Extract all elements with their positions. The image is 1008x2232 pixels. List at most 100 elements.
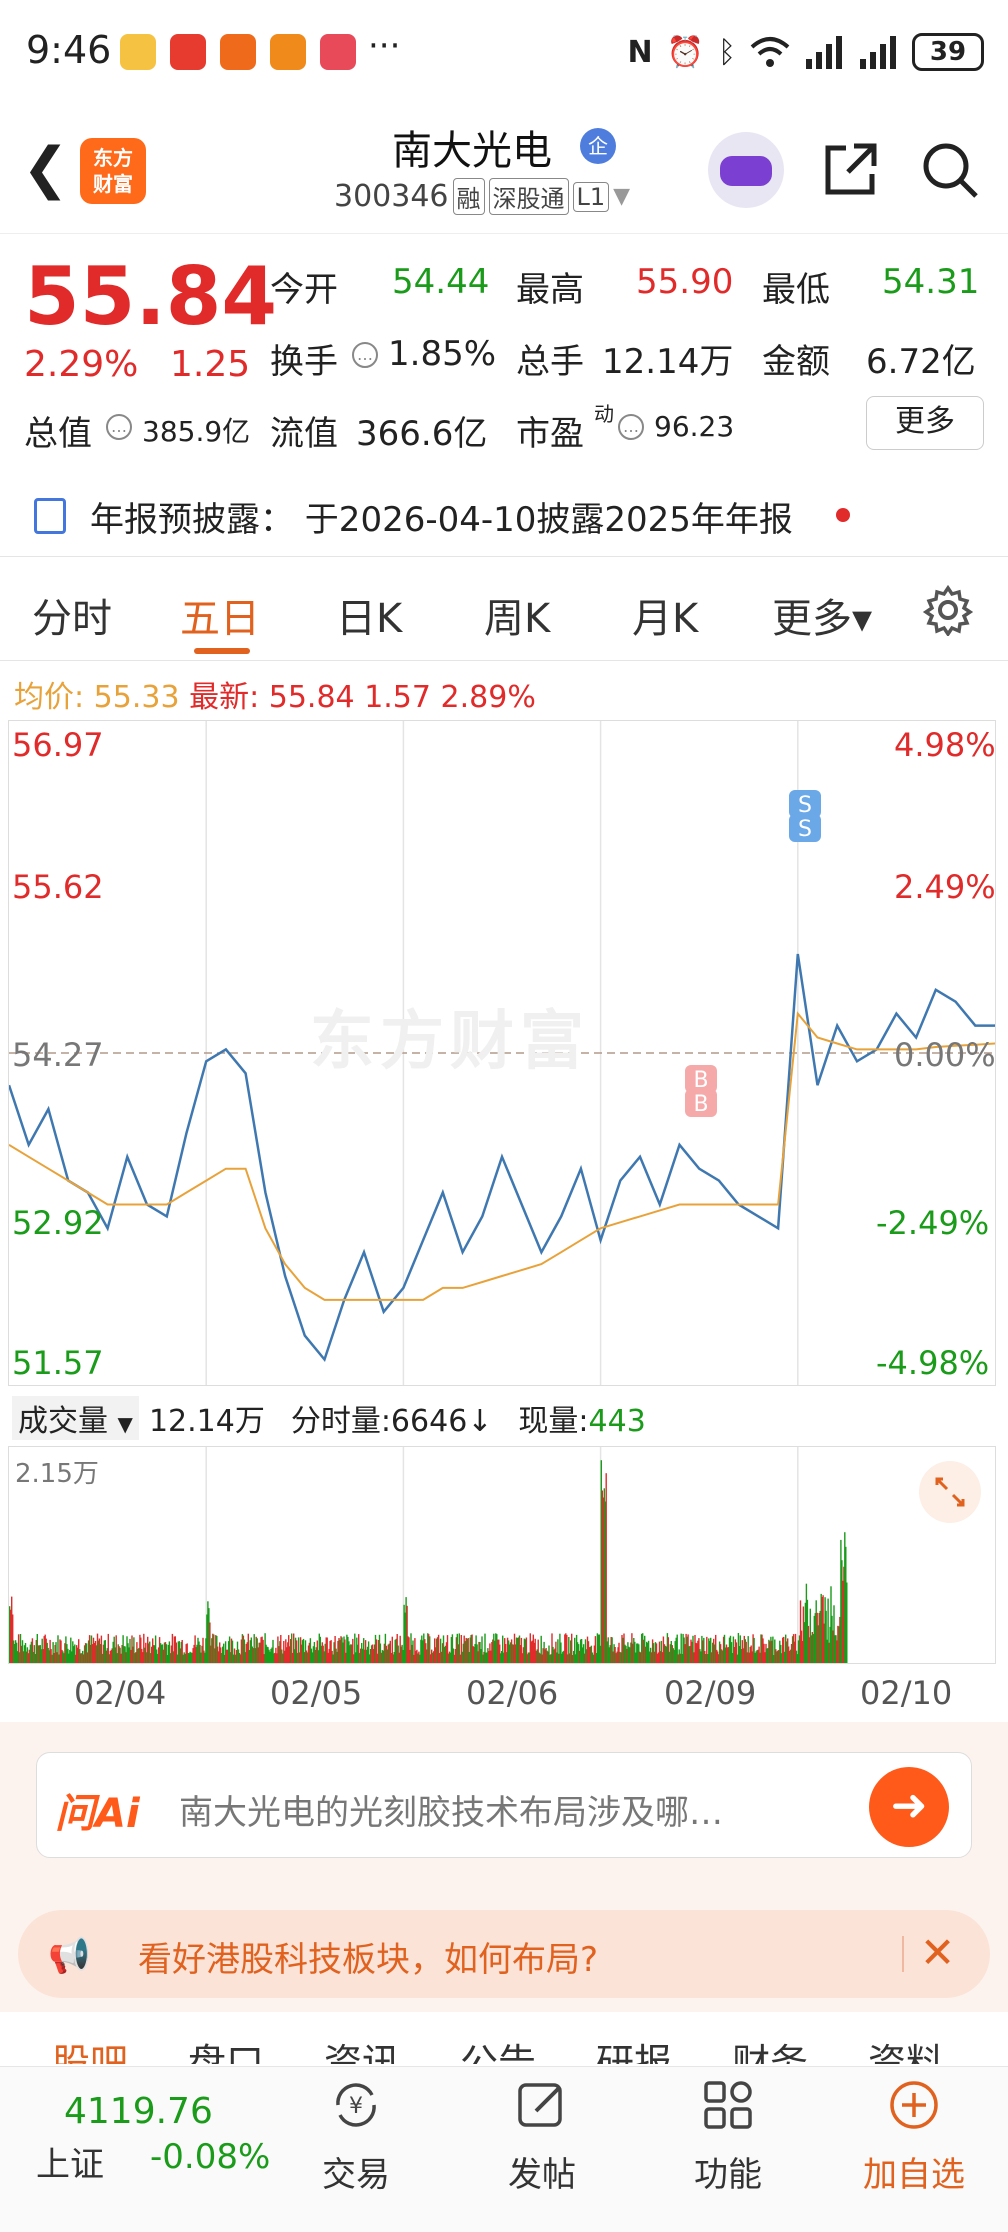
ai-question-box[interactable]: 问Ai 南大光电的光刻胶技术布局涉及哪… ➜ xyxy=(36,1752,972,1858)
tab-intraday[interactable]: 分时 xyxy=(32,586,112,644)
info-tabs: 股吧 盘口 资讯 公告 研报 财务 资料 xyxy=(0,2012,1008,2064)
alarm-icon: ⏰ xyxy=(666,34,704,70)
volume-chart-svg xyxy=(9,1447,848,1663)
y-left-tick: 55.62 xyxy=(12,868,104,906)
change-amount: 1.25 xyxy=(170,344,251,385)
nav-add-watchlist[interactable]: 加自选 xyxy=(854,2077,974,2196)
clock: 9:46 xyxy=(26,28,112,72)
y-right-tick: -4.98% xyxy=(876,1344,990,1382)
bluetooth-icon: ᛒ xyxy=(718,34,736,70)
y-left-tick: 54.27 xyxy=(12,1036,104,1074)
volume-dropdown[interactable]: 成交量 ▼ xyxy=(12,1396,139,1440)
document-icon xyxy=(34,498,66,534)
info-icon[interactable]: … xyxy=(106,414,132,440)
amount-value: 6.72亿 xyxy=(866,342,976,382)
info-icon[interactable]: … xyxy=(618,414,644,440)
minute-volume: 分时量:6646↓ xyxy=(290,1404,493,1439)
volume-total: 12.14万 xyxy=(148,1404,265,1439)
stock-header: ❮ 东方 财富 南大光电 企 300346 融 深股通 L1 ▼ xyxy=(0,108,1008,234)
ai-assistant-avatar[interactable] xyxy=(708,132,784,208)
sell-marker: S xyxy=(789,790,821,818)
tab-profile[interactable]: 资料 xyxy=(868,2032,944,2064)
turnover-value: 1.85% xyxy=(388,334,497,374)
tab-announcement[interactable]: 公告 xyxy=(460,2032,536,2064)
low-label: 最低 xyxy=(762,270,830,310)
info-icon[interactable]: … xyxy=(352,342,378,368)
divider xyxy=(902,1936,904,1972)
expand-chart-button[interactable] xyxy=(919,1461,981,1523)
volume-max-tick: 2.15万 xyxy=(15,1459,99,1489)
more-fields-button[interactable]: 更多 xyxy=(866,396,984,450)
signal-icon xyxy=(806,36,842,69)
weibo-icon xyxy=(120,34,156,70)
tab-research[interactable]: 研报 xyxy=(596,2032,672,2064)
back-button[interactable]: ❮ xyxy=(22,136,69,201)
tab-monthly-k[interactable]: 月K xyxy=(632,586,698,644)
plus-circle-icon xyxy=(890,2081,938,2129)
nav-trade[interactable]: ¥ 交易 xyxy=(296,2077,416,2196)
active-tab-indicator xyxy=(194,648,250,654)
eastmoney-logo[interactable]: 东方 财富 xyxy=(80,138,146,204)
float-value: 366.6亿 xyxy=(356,414,488,454)
tab-pankou[interactable]: 盘口 xyxy=(188,2032,264,2064)
enterprise-badge: 企 xyxy=(580,128,616,164)
close-icon[interactable]: ✕ xyxy=(920,1928,955,1977)
avg-value: 55.33 xyxy=(93,680,180,715)
annual-report-notice[interactable]: 年报预披露： 于2026-04-10披露2025年年报 xyxy=(0,486,1008,546)
volume-chart[interactable]: 2.15万 xyxy=(8,1446,996,1664)
tab-news[interactable]: 资讯 xyxy=(324,2032,400,2064)
price-line xyxy=(9,953,995,1363)
y-left-tick: 56.97 xyxy=(12,726,104,764)
nav-post[interactable]: 发帖 xyxy=(482,2077,602,2196)
arrow-right-icon[interactable]: ➜ xyxy=(869,1767,949,1847)
volume-bar xyxy=(846,1582,848,1663)
watermark-logo: 东方财富 xyxy=(310,1005,590,1079)
index-change[interactable]: -0.08% xyxy=(150,2137,270,2177)
notice-text: 年报预披露： 于2026-04-10披露2025年年报 xyxy=(90,500,793,540)
chart-period-tabs: 分时 五日 日K 周K 月K 更多▾ xyxy=(0,556,1008,660)
open-value: 54.44 xyxy=(392,262,490,302)
date-tick: 02/09 xyxy=(664,1674,757,1712)
wifi-icon xyxy=(750,37,790,67)
y-right-tick: 2.49% xyxy=(894,868,996,906)
nfc-icon: N xyxy=(627,34,653,70)
sell-marker: S xyxy=(789,814,821,842)
svg-text:¥: ¥ xyxy=(349,2094,363,2119)
settings-gear-icon[interactable] xyxy=(922,584,974,636)
date-tick: 02/10 xyxy=(860,1674,953,1712)
app-icon xyxy=(270,34,306,70)
more-notifications-icon: ··· xyxy=(368,26,401,66)
promo-banner[interactable]: 📢 看好港股科技板块，如何布局? ✕ xyxy=(18,1910,990,1998)
mktcap-label: 总值 xyxy=(24,414,92,454)
buy-marker: B xyxy=(685,1089,717,1117)
y-right-tick: 0.00% xyxy=(894,1036,996,1074)
volume-value: 12.14万 xyxy=(602,342,734,382)
tag-connect: 深股通 xyxy=(488,178,569,215)
y-left-tick: 52.92 xyxy=(12,1204,104,1242)
y-left-tick: 51.57 xyxy=(12,1344,104,1382)
tab-guba[interactable]: 股吧 xyxy=(52,2032,128,2064)
tab-daily-k[interactable]: 日K xyxy=(336,586,402,644)
ai-prompt-text: 南大光电的光刻胶技术布局涉及哪… xyxy=(179,1793,723,1833)
y-right-tick: -2.49% xyxy=(876,1204,990,1242)
index-value[interactable]: 4119.76 xyxy=(64,2091,213,2132)
promo-text: 看好港股科技板块，如何布局? xyxy=(138,1940,599,1980)
tab-finance[interactable]: 财务 xyxy=(732,2032,808,2064)
high-value: 55.90 xyxy=(636,262,734,302)
mktcap-value: 385.9亿 xyxy=(142,415,251,448)
tab-more[interactable]: 更多▾ xyxy=(772,586,872,644)
low-value: 54.31 xyxy=(882,262,980,302)
share-icon[interactable] xyxy=(818,138,882,202)
pe-label: 市盈 xyxy=(516,414,584,454)
search-icon[interactable] xyxy=(918,138,982,202)
volume-info-bar: 成交量 ▼ 12.14万 分时量:6646↓ 现量:443 xyxy=(12,1396,646,1440)
app-icon xyxy=(170,34,206,70)
avg-price-line: 均价: 55.33 最新: 55.84 1.57 2.89% xyxy=(14,672,536,716)
pe-value: 96.23 xyxy=(654,410,735,443)
tab-five-day[interactable]: 五日 xyxy=(180,586,260,644)
current-price: 55.84 xyxy=(24,250,278,343)
tab-weekly-k[interactable]: 周K xyxy=(484,586,550,644)
index-name[interactable]: 上证 xyxy=(36,2137,104,2186)
stock-code-line[interactable]: 300346 融 深股通 L1 ▼ xyxy=(334,178,630,215)
nav-functions[interactable]: 功能 xyxy=(668,2077,788,2196)
